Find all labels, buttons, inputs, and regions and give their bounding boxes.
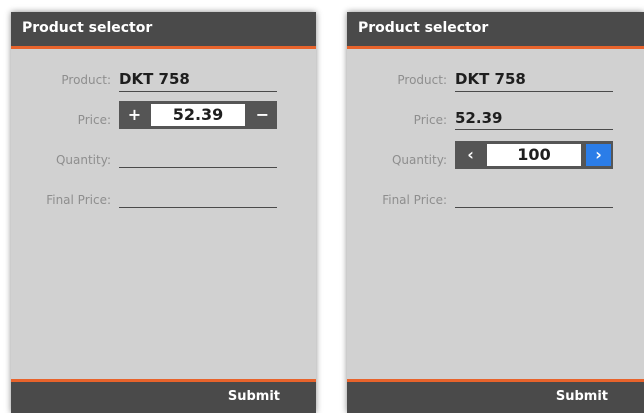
final-price-field [119,207,277,208]
price-underline [455,129,613,130]
footer-bar: Submit [11,379,316,413]
product-selector-panel-1: Product selector Product: DKT 758 Price:… [11,12,316,413]
price-label: Price: [413,113,447,127]
price-input[interactable]: 52.39 [151,104,245,126]
quantity-input[interactable]: 100 [487,144,581,166]
final-price-label: Final Price: [46,193,111,207]
product-value: DKT 758 [119,70,190,88]
price-increment-button[interactable]: + [122,104,147,126]
title-bar: Product selector [347,12,644,49]
price-stepper[interactable]: + 52.39 − [119,101,277,129]
product-value: DKT 758 [455,70,526,88]
product-underline [455,91,613,92]
quantity-label: Quantity: [55,153,111,167]
panel-title: Product selector [22,20,153,36]
product-selector-panel-2: Product selector Product: DKT 758 Price:… [347,12,644,413]
price-decrement-button[interactable]: − [250,104,275,126]
product-underline [119,91,277,92]
submit-button[interactable]: Submit [556,389,608,404]
final-price-field [455,207,613,208]
product-label: Product: [397,73,447,87]
title-bar: Product selector [11,12,316,49]
quantity-field[interactable] [119,167,277,168]
chevron-left-icon[interactable]: ‹ [458,144,483,166]
quantity-stepper[interactable]: ‹ 100 › [455,141,613,169]
product-label: Product: [61,73,111,87]
submit-button[interactable]: Submit [228,389,280,404]
panel-title: Product selector [358,20,489,36]
price-label: Price: [77,113,111,127]
price-value: 52.39 [455,109,503,127]
quantity-label: Quantity: [391,153,447,167]
chevron-right-icon[interactable]: › [586,144,611,166]
footer-bar: Submit [347,379,644,413]
final-price-label: Final Price: [382,193,447,207]
